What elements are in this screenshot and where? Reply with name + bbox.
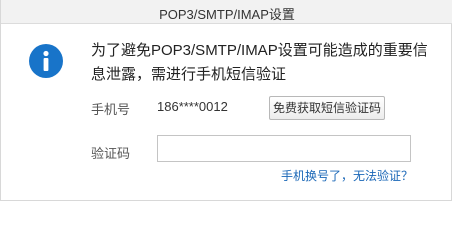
verification-dialog: POP3/SMTP/IMAP设置 为了避免POP3/SMTP/IMAP设置可能造… [0,0,452,201]
info-icon [29,44,63,78]
phone-label: 手机号 [91,102,131,117]
dialog-titlebar: POP3/SMTP/IMAP设置 [1,0,452,24]
verification-code-label: 验证码 [91,146,131,161]
phone-changed-link[interactable]: 手机换号了，无法验证？ [259,167,413,184]
dialog-title: POP3/SMTP/IMAP设置 [159,7,295,22]
get-sms-code-button[interactable]: 免费获取短信验证码 [269,96,385,120]
phone-number: 186****0012 [157,99,228,114]
notice-message: 为了避免POP3/SMTP/IMAP设置可能造成的重要信息泄露，需进行手机短信验… [91,42,428,83]
verification-code-input[interactable] [157,135,411,162]
